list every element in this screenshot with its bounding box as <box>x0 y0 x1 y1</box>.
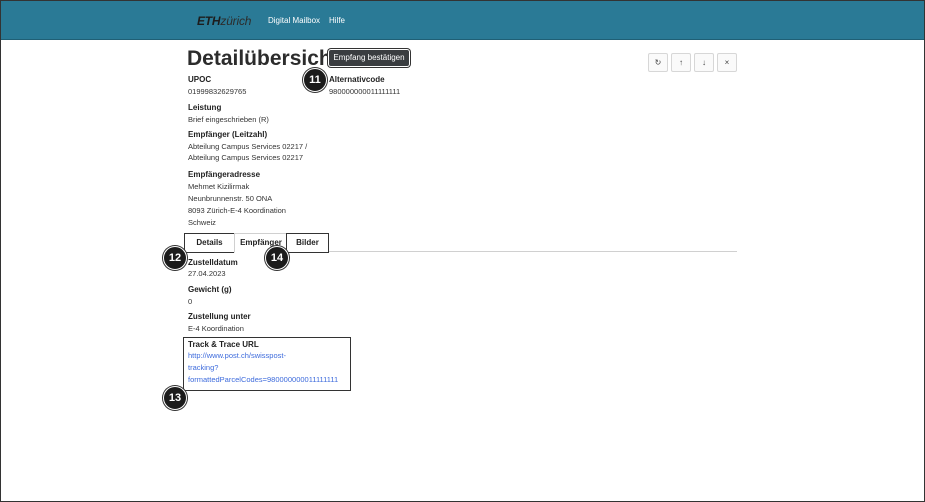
refresh-icon: ↻ <box>654 58 662 67</box>
previous-button[interactable]: ↑ <box>671 53 691 72</box>
empfaenger-label: Empfänger (Leitzahl) <box>188 130 268 139</box>
track-link-line3[interactable]: formattedParcelCodes=980000000011111111 <box>188 374 338 385</box>
adresse-line4: Schweiz <box>188 218 216 227</box>
gewicht-label: Gewicht (g) <box>188 285 232 294</box>
zustelldatum-value: 27.04.2023 <box>188 269 226 278</box>
callout-marker-14: 14 <box>265 246 289 270</box>
zustellung-value: E-4 Koordination <box>188 324 244 333</box>
leistung-label: Leistung <box>188 103 222 112</box>
upoc-label: UPOC <box>188 75 212 84</box>
callout-marker-12: 12 <box>163 246 187 270</box>
alt-code-label: Alternativcode <box>329 75 385 84</box>
logo-light: zürich <box>220 14 252 28</box>
zustelldatum-label: Zustelldatum <box>188 258 238 267</box>
confirm-receipt-button[interactable]: Empfang bestätigen <box>329 50 409 66</box>
adresse-label: Empfängeradresse <box>188 170 261 179</box>
gewicht-value: 0 <box>188 297 193 306</box>
arrow-up-icon: ↑ <box>679 58 683 67</box>
track-link-line2[interactable]: tracking? <box>188 362 218 373</box>
adresse-line3: 8093 Zürich-E-4 Koordination <box>188 206 286 215</box>
leistung-value: Brief eingeschrieben (R) <box>188 115 269 124</box>
refresh-button[interactable]: ↻ <box>648 53 668 72</box>
close-icon: × <box>724 58 730 67</box>
upoc-value: 01999832629765 <box>188 87 247 96</box>
next-button[interactable]: ↓ <box>694 53 714 72</box>
nav-digital-mailbox[interactable]: Digital Mailbox <box>268 16 320 25</box>
logo-bold: ETH <box>197 14 221 28</box>
top-navbar: ETHzürich Digital Mailbox Hilfe <box>1 1 924 40</box>
callout-marker-13: 13 <box>163 386 187 410</box>
adresse-line2: Neunbrunnenstr. 50 ONA <box>188 194 273 203</box>
track-link-line1[interactable]: http://www.post.ch/swisspost- <box>188 350 286 361</box>
empfaenger-line1: Abteilung Campus Services 02217 / <box>188 142 308 151</box>
close-button[interactable]: × <box>717 53 737 72</box>
track-label: Track & Trace URL <box>188 340 259 349</box>
eth-logo[interactable]: ETHzürich <box>197 14 251 28</box>
adresse-line1: Mehmet Kizilirmak <box>188 182 250 191</box>
nav-hilfe[interactable]: Hilfe <box>329 16 345 25</box>
alt-code-value: 980000000011111111 <box>329 87 401 96</box>
callout-marker-11: 11 <box>303 68 327 92</box>
zustellung-label: Zustellung unter <box>188 312 251 321</box>
tab-bilder[interactable]: Bilder <box>286 233 329 253</box>
empfaenger-line2: Abteilung Campus Services 02217 <box>188 153 304 162</box>
tab-details[interactable]: Details <box>184 233 235 253</box>
arrow-down-icon: ↓ <box>702 58 706 67</box>
